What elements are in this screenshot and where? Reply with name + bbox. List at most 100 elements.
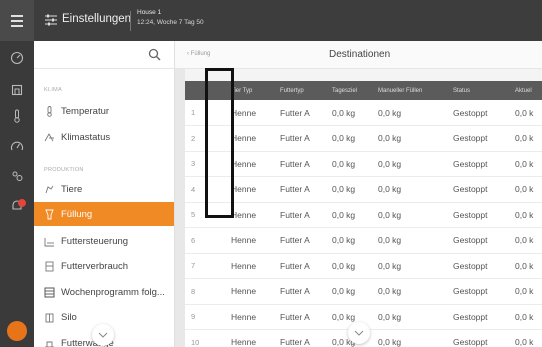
table-cell: Futter A [274, 253, 326, 279]
thermometer-icon[interactable] [10, 109, 24, 123]
row-number-cell: 8 [185, 278, 225, 305]
table-cell: Futter A [274, 151, 326, 177]
table-row[interactable]: 2 Henne Futter A 0,0 kg 0,0 kg Gestoppt 0,0 k [185, 125, 542, 152]
top-bar: Einstellungen House 1 12:24, Woche 7 Tag… [0, 0, 542, 41]
menu-item-week-program[interactable]: Wochenprogramm folg... [34, 280, 174, 304]
breadcrumb[interactable]: ‹ Füllung [187, 51, 210, 57]
menu-item-label: Wochenprogramm folg... [61, 286, 165, 298]
column-header: Tagesziel [326, 81, 372, 100]
table-cell: 0,0 kg [326, 125, 372, 152]
table-cell: Futter A [274, 125, 326, 152]
chevron-down-icon [98, 332, 108, 338]
table-cell: 0,0 kg [326, 202, 372, 228]
table-cell: Futter A [274, 304, 326, 330]
table-cell: 0,0 k [509, 278, 542, 305]
menu-item-label: Silo [61, 311, 77, 323]
settings-menu-panel: KLIMA Temperatur Klimastatus PRODUKTION … [34, 41, 175, 347]
table-cell[interactable]: 0,0 kg [372, 253, 447, 279]
filling-icon [45, 209, 54, 219]
table-cell[interactable]: 0,0 kg [372, 227, 447, 254]
menu-item-label: Tiere [61, 183, 83, 195]
hamburger-menu-button[interactable] [0, 0, 34, 41]
gauge-icon[interactable] [10, 139, 24, 153]
hamburger-line [11, 14, 23, 17]
table-cell: 0,0 kg [326, 227, 372, 254]
menu-section-production: PRODUKTION [44, 167, 84, 173]
table-cell: Gestoppt [447, 278, 509, 305]
alarm-badge [18, 199, 26, 207]
feed-consumption-icon [45, 261, 54, 271]
menu-item-label: Klimastatus [61, 131, 111, 143]
table-cell[interactable]: 0,0 kg [372, 100, 447, 126]
table-cell[interactable]: 0,0 kg [372, 125, 447, 152]
table-cell: 0,0 k [509, 176, 542, 203]
settings-sliders-icon [45, 14, 57, 26]
table-cell: 0,0 kg [326, 176, 372, 203]
menu-item-filling[interactable]: Füllung [34, 202, 174, 226]
user-avatar[interactable] [7, 321, 27, 341]
menu-search-bar[interactable] [34, 41, 174, 69]
page-title-settings: Einstellungen [62, 13, 132, 25]
row-number-cell: 9 [185, 304, 225, 330]
table-cell: Futter A [274, 329, 326, 347]
row-number-cell: 10 [185, 329, 225, 347]
table-cell: Gestoppt [447, 151, 509, 177]
table-cell: Gestoppt [447, 202, 509, 228]
dashboard-icon[interactable] [10, 51, 24, 65]
row-number-cell: 7 [185, 253, 225, 279]
menu-item-label: Füllung [61, 208, 93, 220]
table-cell[interactable]: 0,0 kg [372, 151, 447, 177]
house-icon[interactable] [10, 83, 24, 97]
table-row[interactable]: 7 Henne Futter A 0,0 kg 0,0 kg Gestoppt 0,0 k [185, 253, 542, 279]
table-cell: 0,0 k [509, 329, 542, 347]
table-row[interactable]: 4 Henne Futter A 0,0 kg 0,0 kg Gestoppt 0,0 k [185, 176, 542, 203]
table-cell: 0,0 kg [326, 278, 372, 305]
menu-section-climate: KLIMA [44, 87, 63, 93]
menu-item-feed-control[interactable]: Futtersteuerung [34, 229, 174, 253]
table-cell: Henne [225, 227, 274, 254]
column-header: Futtertyp [274, 81, 326, 100]
table-cell: Futter A [274, 100, 326, 126]
table-cell: 0,0 k [509, 100, 542, 126]
row-number-cell: 6 [185, 227, 225, 254]
table-cell: Gestoppt [447, 304, 509, 330]
content-header: ‹ Füllung Destinationen [175, 41, 542, 69]
table-cell: Henne [225, 329, 274, 347]
menu-item-feed-consumption[interactable]: Futterverbrauch [34, 254, 174, 278]
table-cell: 0,0 kg [326, 151, 372, 177]
house-label: House 1 [137, 9, 162, 16]
menu-item-climate-status[interactable]: Klimastatus [34, 125, 174, 149]
table-row[interactable]: 3 Henne Futter A 0,0 kg 0,0 kg Gestoppt 0,0 k [185, 151, 542, 177]
table-cell[interactable]: 0,0 kg [372, 202, 447, 228]
table-cell[interactable]: 0,0 kg [372, 329, 447, 347]
feed-control-icon [44, 237, 54, 246]
table-cell: 0,0 kg [326, 100, 372, 126]
animals-icon[interactable] [10, 169, 24, 183]
menu-scroll-down-button[interactable] [92, 324, 114, 346]
week-program-icon [44, 287, 55, 297]
search-icon[interactable] [148, 48, 161, 61]
hamburger-line [11, 19, 23, 22]
climate-status-icon [44, 132, 54, 141]
menu-item-animals[interactable]: Tiere [34, 177, 174, 201]
table-cell[interactable]: 0,0 kg [372, 278, 447, 305]
table-cell: 0,0 k [509, 151, 542, 177]
table-cell: 0,0 k [509, 253, 542, 279]
table-cell[interactable]: 0,0 kg [372, 176, 447, 203]
table-cell: Gestoppt [447, 125, 509, 152]
table-row[interactable]: 8 Henne Futter A 0,0 kg 0,0 kg Gestoppt 0,0 k [185, 278, 542, 305]
table-cell: Futter A [274, 278, 326, 305]
menu-item-label: Futterverbrauch [61, 260, 129, 272]
table-cell: Gestoppt [447, 176, 509, 203]
table-row[interactable]: 5 Henne Futter A 0,0 kg 0,0 kg Gestoppt 0,0 k [185, 202, 542, 228]
table-cell: 0,0 kg [326, 253, 372, 279]
table-cell[interactable]: 0,0 kg [372, 304, 447, 330]
table-row[interactable]: 1 Henne Futter A 0,0 kg 0,0 kg Gestoppt 0,0 k [185, 100, 542, 126]
table-row[interactable]: 6 Henne Futter A 0,0 kg 0,0 kg Gestoppt 0,0 k [185, 227, 542, 254]
table-cell: Henne [225, 253, 274, 279]
icon-rail [0, 41, 34, 347]
menu-item-temperature[interactable]: Temperatur [34, 99, 174, 123]
menu-item-label: Temperatur [61, 105, 110, 117]
table-cell: Gestoppt [447, 253, 509, 279]
table-scroll-down-button[interactable] [348, 322, 370, 344]
